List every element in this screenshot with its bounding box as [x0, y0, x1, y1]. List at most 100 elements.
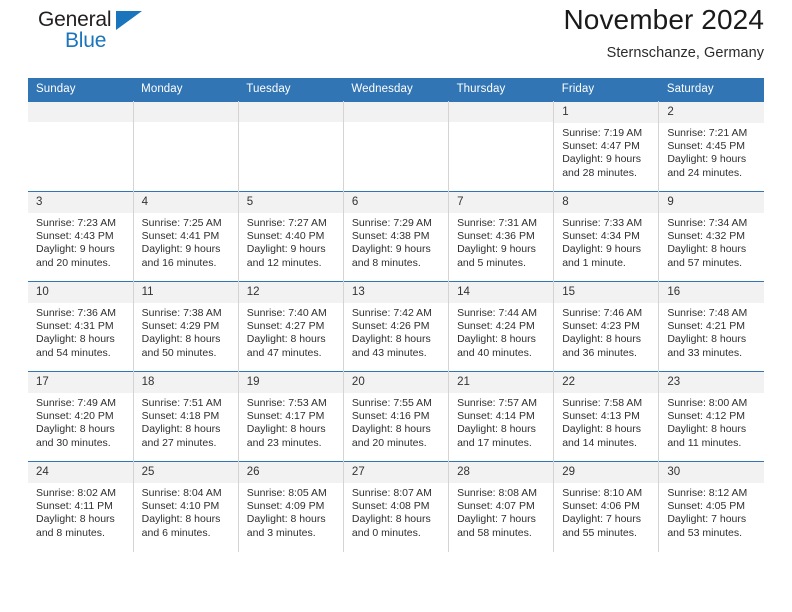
day-number: 2: [659, 102, 764, 123]
daylight-text: Daylight: 8 hours and 0 minutes.: [351, 513, 431, 539]
daylight-text: Daylight: 8 hours and 27 minutes.: [141, 423, 221, 449]
weekday-header-thursday: Thursday: [448, 78, 554, 102]
calendar-day-cell[interactable]: 19 Sunrise: 7:53 AM Sunset: 4:17 PM Dayligh…: [238, 371, 344, 462]
sunrise-text: Sunrise: 8:10 AM: [562, 486, 643, 499]
calendar-day-cell[interactable]: 30 Sunrise: 8:12 AM Sunset: 4:05 PM Dayligh…: [658, 461, 764, 552]
day-number: 6: [343, 192, 449, 213]
sunrise-text: Sunrise: 7:23 AM: [36, 216, 116, 229]
day-details: Sunrise: 7:51 AM Sunset: 4:18 PM Daylight:…: [134, 393, 238, 451]
daylight-text: Daylight: 8 hours and 8 minutes.: [36, 513, 115, 539]
sunset-text: Sunset: 4:34 PM: [562, 230, 640, 243]
sunset-text: Sunset: 4:32 PM: [667, 230, 745, 243]
calendar-day-cell[interactable]: 28 Sunrise: 8:08 AM Sunset: 4:07 PM Dayligh…: [448, 461, 555, 552]
calendar-day-cell[interactable]: 24 Sunrise: 8:02 AM Sunset: 4:11 PM Dayligh…: [28, 461, 134, 552]
day-number: 4: [133, 192, 238, 213]
sunrise-text: Sunrise: 7:49 AM: [36, 396, 116, 409]
sunset-text: Sunset: 4:17 PM: [246, 410, 325, 423]
calendar-day-cell[interactable]: 1 Sunrise: 7:19 AM Sunset: 4:47 PM Daylight…: [553, 101, 660, 192]
calendar-page: General Blue November 2024 Sternschanze,…: [0, 0, 792, 612]
sunset-text: Sunset: 4:12 PM: [667, 410, 745, 423]
day-number: 28: [449, 462, 554, 483]
weekday-header-sunday: Sunday: [28, 78, 134, 102]
sunset-text: Sunset: 4:31 PM: [36, 320, 114, 333]
daylight-text: Daylight: 8 hours and 6 minutes.: [141, 513, 221, 539]
calendar-week-row: 1 Sunrise: 7:19 AM Sunset: 4:47 PM Daylight…: [28, 101, 764, 192]
sunset-text: Sunset: 4:40 PM: [246, 230, 325, 243]
calendar-day-cell[interactable]: 8 Sunrise: 7:33 AM Sunset: 4:34 PM Daylight…: [553, 191, 660, 282]
page-subtitle: Sternschanze, Germany: [606, 45, 764, 62]
calendar-day-cell[interactable]: 7 Sunrise: 7:31 AM Sunset: 4:36 PM Daylight…: [448, 191, 555, 282]
calendar-day-cell[interactable]: 4 Sunrise: 7:25 AM Sunset: 4:41 PM Daylight…: [133, 191, 239, 282]
calendar-day-cell[interactable]: 18 Sunrise: 7:51 AM Sunset: 4:18 PM Dayligh…: [133, 371, 239, 462]
calendar-day-cell[interactable]: 16 Sunrise: 7:48 AM Sunset: 4:21 PM Dayligh…: [658, 281, 764, 372]
calendar-day-cell-empty: [133, 101, 239, 192]
calendar-day-cell[interactable]: 13 Sunrise: 7:42 AM Sunset: 4:26 PM Dayligh…: [343, 281, 450, 372]
calendar-day-cell[interactable]: 2 Sunrise: 7:21 AM Sunset: 4:45 PM Daylight…: [658, 101, 764, 192]
day-number: 11: [133, 282, 238, 303]
calendar-day-cell[interactable]: 9 Sunrise: 7:34 AM Sunset: 4:32 PM Daylight…: [658, 191, 764, 282]
sunrise-sunset-calendar: Sunday Monday Tuesday Wednesday Thursday…: [28, 78, 764, 552]
day-number: 1: [554, 102, 659, 123]
day-number: [343, 102, 449, 122]
logo-text-blue: Blue: [65, 29, 107, 52]
day-details: Sunrise: 7:38 AM Sunset: 4:29 PM Daylight:…: [134, 303, 238, 361]
sunset-text: Sunset: 4:26 PM: [351, 320, 430, 333]
sunrise-text: Sunrise: 7:53 AM: [246, 396, 327, 409]
daylight-text: Daylight: 8 hours and 43 minutes.: [351, 333, 431, 359]
daylight-text: Daylight: 8 hours and 33 minutes.: [667, 333, 747, 359]
logo-triangle-icon: [116, 11, 142, 30]
calendar-day-cell[interactable]: 22 Sunrise: 7:58 AM Sunset: 4:13 PM Dayligh…: [553, 371, 660, 462]
day-details: Sunrise: 7:42 AM Sunset: 4:26 PM Daylight:…: [344, 303, 448, 361]
calendar-day-cell[interactable]: 11 Sunrise: 7:38 AM Sunset: 4:29 PM Dayligh…: [133, 281, 239, 372]
weekday-header-tuesday: Tuesday: [238, 78, 344, 102]
calendar-day-cell[interactable]: 29 Sunrise: 8:10 AM Sunset: 4:06 PM Dayligh…: [553, 461, 660, 552]
sunrise-text: Sunrise: 7:40 AM: [246, 306, 327, 319]
calendar-day-cell[interactable]: 5 Sunrise: 7:27 AM Sunset: 4:40 PM Daylight…: [238, 191, 344, 282]
generalblue-logo[interactable]: General Blue: [28, 8, 158, 60]
daylight-text: Daylight: 8 hours and 14 minutes.: [562, 423, 641, 449]
day-number: 5: [238, 192, 343, 213]
sunset-text: Sunset: 4:09 PM: [246, 500, 325, 513]
calendar-day-cell[interactable]: 25 Sunrise: 8:04 AM Sunset: 4:10 PM Dayligh…: [133, 461, 239, 552]
sunset-text: Sunset: 4:20 PM: [36, 410, 114, 423]
sunset-text: Sunset: 4:13 PM: [562, 410, 640, 423]
daylight-text: Daylight: 8 hours and 54 minutes.: [36, 333, 115, 359]
day-number: 26: [238, 462, 343, 483]
calendar-day-cell[interactable]: 20 Sunrise: 7:55 AM Sunset: 4:16 PM Dayligh…: [343, 371, 450, 462]
calendar-day-cell[interactable]: 3 Sunrise: 7:23 AM Sunset: 4:43 PM Daylight…: [28, 191, 134, 282]
calendar-day-cell[interactable]: 14 Sunrise: 7:44 AM Sunset: 4:24 PM Dayligh…: [448, 281, 555, 372]
calendar-day-cell[interactable]: 6 Sunrise: 7:29 AM Sunset: 4:38 PM Daylight…: [343, 191, 450, 282]
daylight-text: Daylight: 8 hours and 57 minutes.: [667, 243, 747, 269]
day-number: 30: [659, 462, 764, 483]
day-details: Sunrise: 8:04 AM Sunset: 4:10 PM Daylight:…: [134, 483, 238, 541]
day-number: 16: [659, 282, 764, 303]
sunset-text: Sunset: 4:18 PM: [141, 410, 220, 423]
calendar-day-cell[interactable]: 27 Sunrise: 8:07 AM Sunset: 4:08 PM Dayligh…: [343, 461, 450, 552]
day-details: Sunrise: 7:34 AM Sunset: 4:32 PM Daylight:…: [659, 213, 764, 271]
weekday-header-friday: Friday: [553, 78, 659, 102]
sunset-text: Sunset: 4:21 PM: [667, 320, 745, 333]
daylight-text: Daylight: 7 hours and 58 minutes.: [457, 513, 536, 539]
calendar-day-cell[interactable]: 26 Sunrise: 8:05 AM Sunset: 4:09 PM Dayligh…: [238, 461, 344, 552]
sunset-text: Sunset: 4:47 PM: [562, 140, 640, 153]
calendar-day-cell[interactable]: 12 Sunrise: 7:40 AM Sunset: 4:27 PM Dayligh…: [238, 281, 344, 372]
calendar-day-cell[interactable]: 15 Sunrise: 7:46 AM Sunset: 4:23 PM Dayligh…: [553, 281, 660, 372]
day-details: Sunrise: 7:58 AM Sunset: 4:13 PM Daylight:…: [554, 393, 658, 451]
day-number: 18: [133, 372, 238, 393]
calendar-day-cell[interactable]: 23 Sunrise: 8:00 AM Sunset: 4:12 PM Dayligh…: [658, 371, 764, 462]
daylight-text: Daylight: 8 hours and 3 minutes.: [246, 513, 326, 539]
sunrise-text: Sunrise: 8:00 AM: [667, 396, 748, 409]
calendar-day-cell[interactable]: 17 Sunrise: 7:49 AM Sunset: 4:20 PM Dayligh…: [28, 371, 134, 462]
daylight-text: Daylight: 9 hours and 16 minutes.: [141, 243, 221, 269]
page-title: November 2024: [563, 4, 764, 35]
daylight-text: Daylight: 8 hours and 40 minutes.: [457, 333, 536, 359]
sunrise-text: Sunrise: 8:12 AM: [667, 486, 748, 499]
calendar-week-row: 10 Sunrise: 7:36 AM Sunset: 4:31 PM Dayligh…: [28, 281, 764, 372]
calendar-day-cell[interactable]: 21 Sunrise: 7:57 AM Sunset: 4:14 PM Dayligh…: [448, 371, 555, 462]
calendar-day-cell[interactable]: 10 Sunrise: 7:36 AM Sunset: 4:31 PM Dayligh…: [28, 281, 134, 372]
day-details: Sunrise: 7:36 AM Sunset: 4:31 PM Daylight:…: [28, 303, 133, 361]
day-number: 21: [449, 372, 554, 393]
sunrise-text: Sunrise: 7:29 AM: [351, 216, 432, 229]
weekday-header-row: Sunday Monday Tuesday Wednesday Thursday…: [28, 78, 764, 102]
daylight-text: Daylight: 8 hours and 47 minutes.: [246, 333, 326, 359]
